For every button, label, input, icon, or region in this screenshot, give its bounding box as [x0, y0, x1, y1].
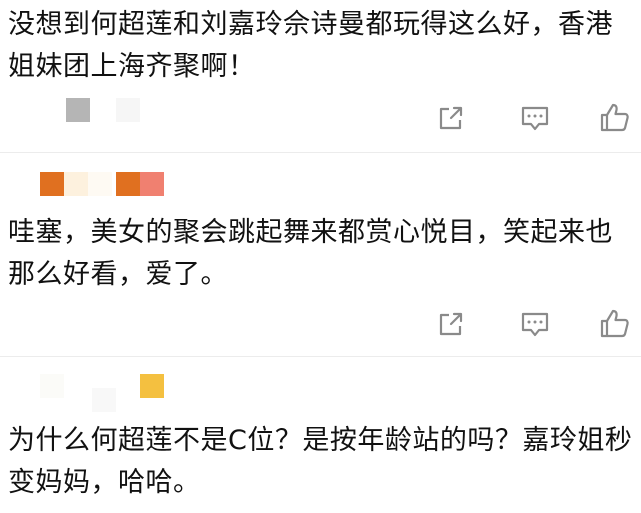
blurred-user-info [0, 374, 641, 412]
mosaic-block [40, 374, 64, 398]
comment-action-bar [411, 306, 641, 346]
mosaic-block [116, 98, 140, 122]
comment-text: 为什么何超莲不是C位？是按年龄站的吗？嘉玲姐秒变妈妈，哈哈。 [8, 425, 633, 498]
mosaic-block [40, 172, 64, 196]
mosaic-block [66, 98, 90, 122]
comment-text: 没想到何超莲和刘嘉玲佘诗曼都玩得这么好，香港姐妹团上海齐聚啊！ [8, 9, 613, 82]
share-icon[interactable] [433, 306, 469, 342]
mosaic-block [140, 374, 164, 398]
mosaic-block [92, 388, 116, 412]
like-icon[interactable] [597, 306, 633, 342]
blurred-user-info [0, 98, 641, 128]
comment-icon[interactable] [517, 306, 553, 342]
comment-divider [0, 356, 641, 357]
comment-divider [0, 152, 641, 153]
mosaic-block [140, 172, 164, 196]
mosaic-block [64, 172, 88, 196]
comment-text: 哇塞，美女的聚会跳起舞来都赏心悦目，笑起来也那么好看，爱了。 [8, 217, 613, 290]
mosaic-block [88, 172, 112, 196]
mosaic-block [116, 172, 140, 196]
blurred-user-info [0, 172, 641, 202]
